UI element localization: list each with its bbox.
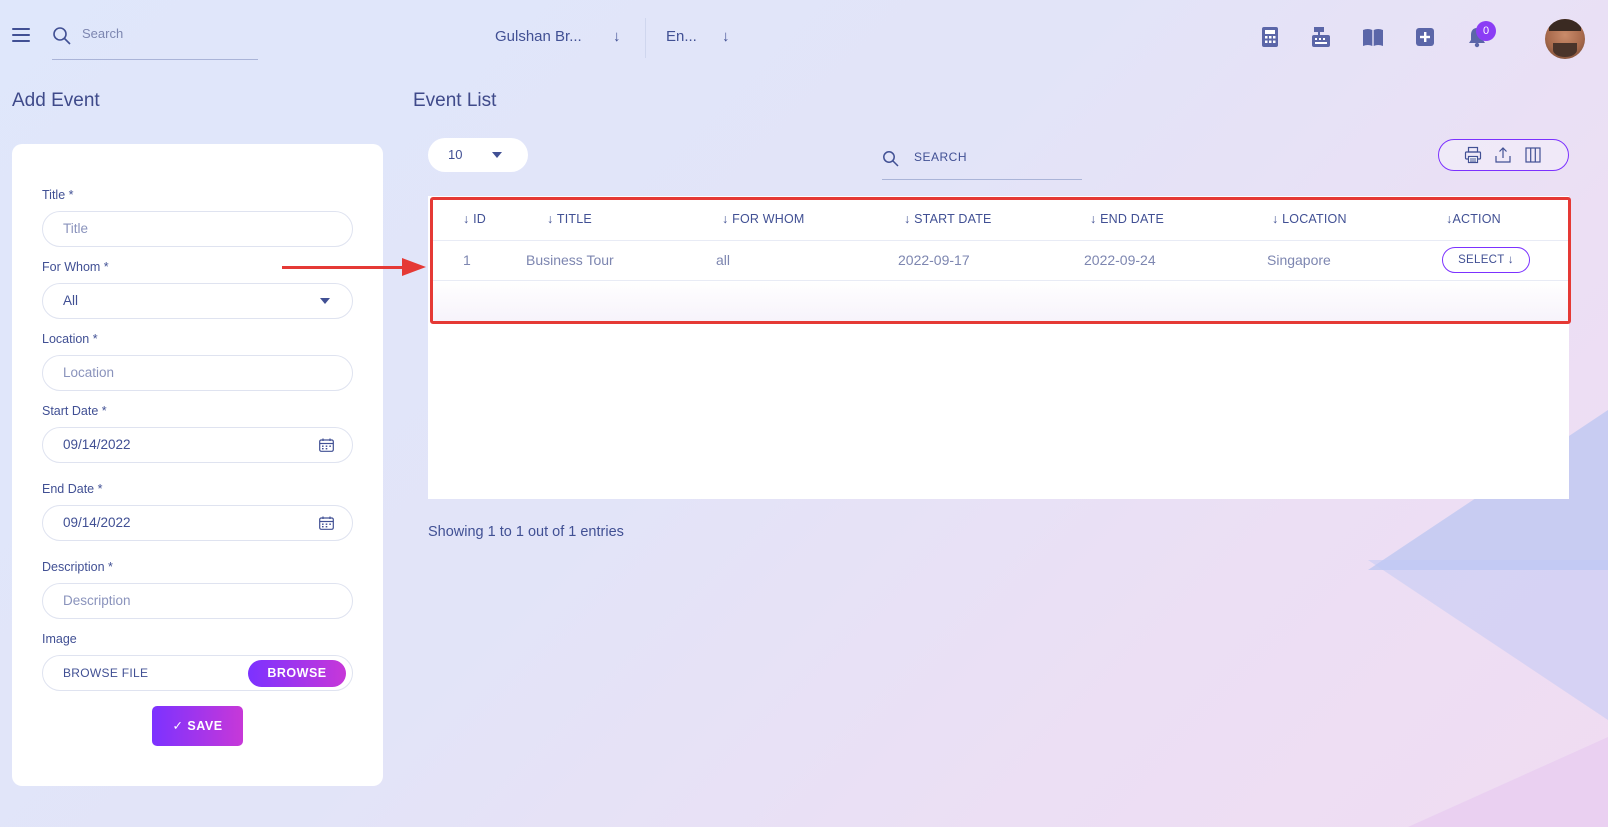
for-whom-value: All: [63, 293, 79, 308]
language-dropdown[interactable]: En... ↓: [666, 28, 730, 45]
start-date-field[interactable]: 09/14/2022: [42, 427, 353, 463]
plus-square-icon[interactable]: [1414, 26, 1436, 48]
calendar-icon[interactable]: [319, 516, 334, 530]
chevron-down-icon: ↓: [722, 28, 730, 45]
cash-register-icon[interactable]: [1310, 26, 1332, 48]
highlight-box: [430, 197, 1571, 324]
print-icon[interactable]: [1464, 146, 1482, 164]
for-whom-label: For Whom *: [42, 260, 109, 274]
table-search[interactable]: [882, 142, 1082, 180]
browse-button[interactable]: BROWSE: [248, 660, 346, 687]
title-label: Title *: [42, 188, 74, 202]
description-label: Description *: [42, 560, 113, 574]
title-field[interactable]: Title: [42, 211, 353, 247]
annotation-arrow: [282, 266, 404, 269]
page-size-value: 10: [448, 147, 463, 162]
school-name: Gulshan Br...: [495, 28, 582, 45]
table-tools: [1438, 139, 1569, 171]
background-shape: [1408, 737, 1608, 827]
browse-file-text: BROWSE FILE: [63, 666, 149, 680]
add-event-title: Add Event: [12, 90, 100, 111]
school-dropdown[interactable]: Gulshan Br... ↓: [495, 28, 621, 45]
language-name: En...: [666, 28, 697, 45]
image-upload[interactable]: BROWSE FILE BROWSE: [42, 655, 353, 691]
start-date-value: 09/14/2022: [63, 437, 131, 452]
save-button[interactable]: ✓ SAVE: [152, 706, 243, 746]
caret-down-icon: [492, 152, 502, 158]
page-size-select[interactable]: 10: [428, 138, 528, 172]
menu-icon[interactable]: [12, 28, 30, 42]
end-date-value: 09/14/2022: [63, 515, 131, 530]
table-search-input[interactable]: [914, 150, 1074, 164]
chevron-down-icon: ↓: [613, 28, 621, 45]
background-shape: [1368, 560, 1608, 720]
annotation-arrow-head: [402, 258, 426, 276]
calculator-icon[interactable]: [1259, 26, 1281, 48]
header-search[interactable]: [52, 22, 258, 60]
entries-summary: Showing 1 to 1 out of 1 entries: [428, 524, 624, 540]
start-date-label: Start Date *: [42, 404, 107, 418]
location-label: Location *: [42, 332, 98, 346]
for-whom-select[interactable]: All: [42, 283, 353, 319]
location-field[interactable]: Location: [42, 355, 353, 391]
divider: [645, 18, 646, 58]
search-icon: [883, 151, 899, 167]
caret-down-icon: [320, 298, 330, 304]
top-navbar: Gulshan Br... ↓ En... ↓ 0: [0, 0, 1608, 76]
search-icon: [53, 27, 71, 45]
avatar[interactable]: [1545, 19, 1585, 59]
header-search-input[interactable]: [82, 26, 252, 41]
add-event-form: Title * Title For Whom * All Location * …: [12, 144, 383, 786]
notification-badge: 0: [1476, 21, 1496, 41]
event-list-title: Event List: [413, 90, 497, 111]
end-date-field[interactable]: 09/14/2022: [42, 505, 353, 541]
end-date-label: End Date *: [42, 482, 103, 496]
image-label: Image: [42, 632, 77, 646]
book-icon[interactable]: [1362, 26, 1384, 48]
calendar-icon[interactable]: [319, 438, 334, 452]
description-field[interactable]: Description: [42, 583, 353, 619]
export-icon[interactable]: [1494, 146, 1512, 164]
columns-icon[interactable]: [1524, 146, 1542, 164]
